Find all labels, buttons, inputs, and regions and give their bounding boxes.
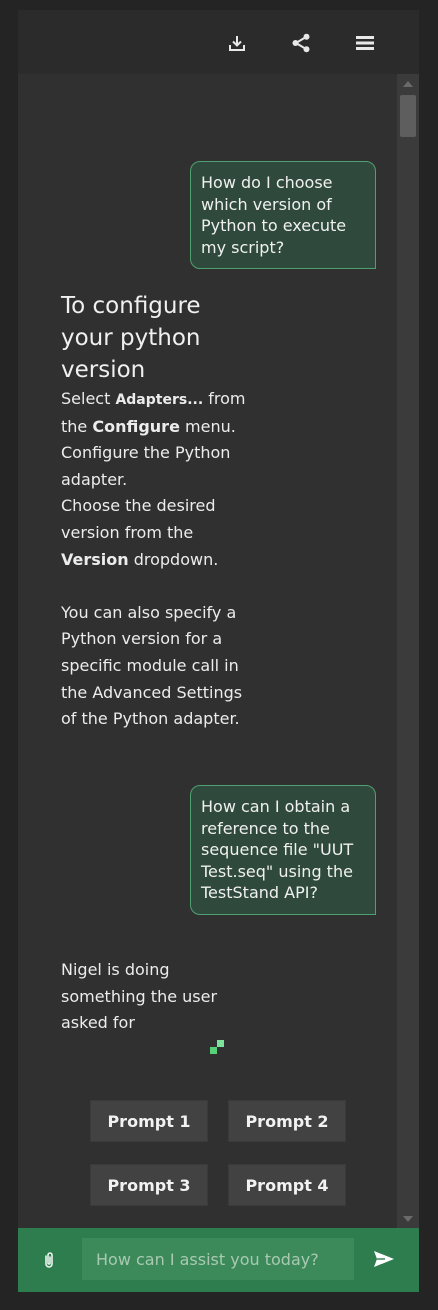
paperclip-icon bbox=[45, 1252, 53, 1268]
prompt-2-button[interactable]: Prompt 2 bbox=[228, 1100, 346, 1142]
answer-paragraph: Choose the desired version from the Vers… bbox=[61, 496, 219, 569]
message-input[interactable] bbox=[82, 1238, 354, 1280]
answer-heading: To configure your python version bbox=[61, 293, 201, 383]
message-list: How do I choose which version of Python … bbox=[18, 74, 396, 1228]
answer-paragraph: Select Adapters... from the Configure me… bbox=[61, 389, 246, 436]
attach-button[interactable] bbox=[38, 1248, 60, 1272]
user-message-text: How can I obtain a reference to the sequ… bbox=[201, 797, 354, 902]
loading-indicator-icon bbox=[210, 1040, 226, 1056]
toolbar bbox=[18, 10, 419, 75]
prompt-4-button[interactable]: Prompt 4 bbox=[228, 1164, 346, 1206]
input-bar bbox=[18, 1228, 419, 1292]
download-button[interactable] bbox=[224, 30, 250, 56]
scrollbar[interactable] bbox=[397, 74, 419, 1228]
assistant-message: To configure your python version Select … bbox=[61, 290, 251, 733]
user-message-bubble: How can I obtain a reference to the sequ… bbox=[190, 785, 376, 915]
answer-paragraph: You can also specify a Python version fo… bbox=[61, 602, 243, 729]
send-button[interactable] bbox=[372, 1247, 396, 1271]
send-icon bbox=[374, 1251, 394, 1267]
download-icon bbox=[229, 36, 245, 51]
menu-button[interactable] bbox=[352, 30, 378, 56]
answer-paragraph: Configure the Python adapter. bbox=[61, 443, 231, 489]
share-icon bbox=[292, 33, 310, 53]
scroll-up-arrow-icon[interactable] bbox=[403, 81, 413, 87]
scrollbar-thumb[interactable] bbox=[400, 95, 416, 137]
user-message-text: How do I choose which version of Python … bbox=[201, 173, 347, 257]
chat-panel: How do I choose which version of Python … bbox=[18, 10, 419, 1292]
hamburger-menu-icon bbox=[356, 36, 374, 50]
prompt-1-button[interactable]: Prompt 1 bbox=[90, 1100, 208, 1142]
share-button[interactable] bbox=[288, 30, 314, 56]
assistant-status-text: Nigel is doing something the user asked … bbox=[61, 960, 218, 1033]
user-message-bubble: How do I choose which version of Python … bbox=[190, 161, 376, 269]
scroll-down-arrow-icon[interactable] bbox=[403, 1216, 413, 1222]
prompt-3-button[interactable]: Prompt 3 bbox=[90, 1164, 208, 1206]
